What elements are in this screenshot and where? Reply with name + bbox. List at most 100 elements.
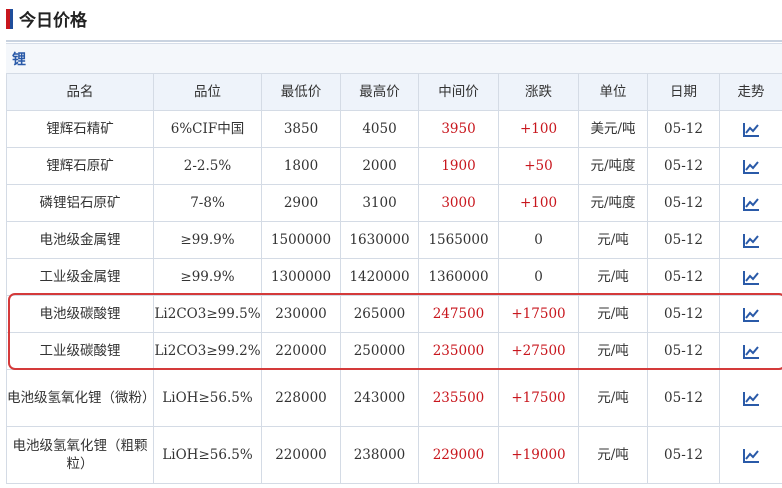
trend-chart-icon[interactable] [742,448,760,464]
table-row: 工业级碳酸锂 Li2CO3≥99.2% 220000 250000 235000 +275… [6,332,782,370]
cell-change: +100 [498,184,579,222]
cell-name: 工业级金属锂 [6,258,154,296]
cell-low: 220000 [261,426,341,484]
cell-grade: 6%CIF中国 [153,110,262,148]
trend-chart-icon[interactable] [742,159,760,175]
cell-change: +17500 [498,295,579,333]
col-header-high: 最高价 [340,73,419,111]
cell-date: 05-12 [647,258,720,296]
trend-chart-icon[interactable] [742,196,760,212]
cell-trend[interactable] [719,426,782,484]
cell-trend[interactable] [719,110,782,148]
cell-low: 1800 [261,147,341,185]
cell-name: 电池级碳酸锂 [6,295,154,333]
table-body: 锂辉石精矿 6%CIF中国 3850 4050 3950 +100 美元/吨 05-12 锂辉石… [6,110,782,484]
trend-chart-icon[interactable] [742,233,760,249]
cell-unit: 元/吨 [578,295,648,333]
title-accent-bar [6,9,13,29]
title-divider [6,40,782,42]
table-row: 电池级氢氧化锂（微粉） LiOH≥56.5% 228000 243000 235500 +… [6,369,782,427]
cell-name: 磷锂铝石原矿 [6,184,154,222]
cell-date: 05-12 [647,147,720,185]
trend-chart-icon[interactable] [742,344,760,360]
cell-trend[interactable] [719,184,782,222]
cell-unit: 元/吨 [578,332,648,370]
cell-date: 05-12 [647,184,720,222]
col-header-grade: 品位 [153,73,262,111]
cell-date: 05-12 [647,369,720,427]
cell-grade: Li2CO3≥99.2% [153,332,262,370]
cell-mid: 3950 [418,110,499,148]
cell-unit: 元/吨度 [578,147,648,185]
cell-high: 250000 [340,332,419,370]
cell-grade: Li2CO3≥99.5% [153,295,262,333]
cell-name: 锂辉石精矿 [6,110,154,148]
page-title: 今日价格 [19,11,87,31]
cell-grade: LiOH≥56.5% [153,426,262,484]
price-table: 品名 品位 最低价 最高价 中间价 涨跌 单位 日期 走势 锂辉石精矿 6%CIF… [6,73,782,484]
col-header-date: 日期 [647,73,720,111]
trend-chart-icon[interactable] [742,270,760,286]
cell-unit: 元/吨 [578,258,648,296]
cell-mid: 235000 [418,332,499,370]
cell-trend[interactable] [719,221,782,259]
cell-low: 228000 [261,369,341,427]
cell-date: 05-12 [647,332,720,370]
cell-low: 230000 [261,295,341,333]
table-row: 电池级金属锂 ≥99.9% 1500000 1630000 1565000 0 元/吨 05-… [6,221,782,259]
cell-name: 工业级碳酸锂 [6,332,154,370]
trend-chart-icon[interactable] [742,307,760,323]
cell-change: +19000 [498,426,579,484]
cell-change: 0 [498,221,579,259]
cell-grade: LiOH≥56.5% [153,369,262,427]
cell-low: 3850 [261,110,341,148]
cell-trend[interactable] [719,369,782,427]
cell-trend[interactable] [719,258,782,296]
table-row: 电池级碳酸锂 Li2CO3≥99.5% 230000 265000 247500 +175… [6,295,782,333]
cell-unit: 元/吨度 [578,184,648,222]
cell-change: +100 [498,110,579,148]
cell-grade: 2-2.5% [153,147,262,185]
cell-unit: 美元/吨 [578,110,648,148]
table-row: 磷锂铝石原矿 7-8% 2900 3100 3000 +100 元/吨度 05-12 [6,184,782,222]
table-header-row: 品名 品位 最低价 最高价 中间价 涨跌 单位 日期 走势 [6,73,782,111]
col-header-unit: 单位 [578,73,648,111]
cell-unit: 元/吨 [578,426,648,484]
cell-mid: 1900 [418,147,499,185]
cell-mid: 3000 [418,184,499,222]
table-row: 锂辉石精矿 6%CIF中国 3850 4050 3950 +100 美元/吨 05-12 [6,110,782,148]
cell-date: 05-12 [647,295,720,333]
cell-high: 2000 [340,147,419,185]
cell-grade: ≥99.9% [153,221,262,259]
cell-name: 电池级金属锂 [6,221,154,259]
cell-mid: 1360000 [418,258,499,296]
cell-high: 1420000 [340,258,419,296]
cell-name: 电池级氢氧化锂（粗颗粒） [6,426,154,484]
cell-date: 05-12 [647,221,720,259]
cell-trend[interactable] [719,295,782,333]
cell-low: 1300000 [261,258,341,296]
trend-chart-icon[interactable] [742,391,760,407]
cell-unit: 元/吨 [578,221,648,259]
cell-trend[interactable] [719,147,782,185]
section-header: 锂 [6,43,782,74]
table-row: 工业级金属锂 ≥99.9% 1300000 1420000 1360000 0 元/吨 05-… [6,258,782,296]
cell-low: 1500000 [261,221,341,259]
col-header-name: 品名 [6,73,154,111]
section-label[interactable]: 锂 [12,49,26,69]
cell-date: 05-12 [647,426,720,484]
cell-mid: 1565000 [418,221,499,259]
cell-mid: 235500 [418,369,499,427]
cell-high: 3100 [340,184,419,222]
cell-high: 265000 [340,295,419,333]
cell-trend[interactable] [719,332,782,370]
cell-mid: 247500 [418,295,499,333]
trend-chart-icon[interactable] [742,122,760,138]
cell-date: 05-12 [647,110,720,148]
cell-high: 4050 [340,110,419,148]
cell-high: 238000 [340,426,419,484]
table-row: 电池级氢氧化锂（粗颗粒） LiOH≥56.5% 220000 238000 229000… [6,426,782,484]
col-header-mid: 中间价 [418,73,499,111]
cell-name: 锂辉石原矿 [6,147,154,185]
cell-grade: ≥99.9% [153,258,262,296]
